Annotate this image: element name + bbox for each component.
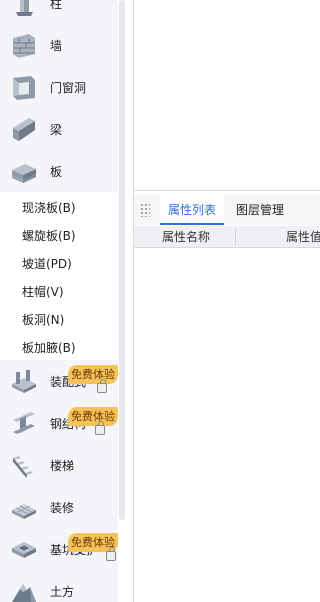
tree-item-decoration[interactable]: 装修 bbox=[0, 486, 118, 526]
tree-item-door-window[interactable]: 门窗洞 bbox=[0, 66, 118, 106]
tree-subitem-column-cap[interactable]: 柱帽(V) bbox=[0, 276, 118, 304]
app-root: 柱 墙 门窗洞 梁 板 现浇板(B) 螺旋板(B) 坡道(PD) 柱帽(V) 板… bbox=[0, 0, 320, 602]
decoration-icon bbox=[12, 504, 36, 519]
tab-property-list[interactable]: 属性列表 bbox=[160, 195, 225, 225]
tree-subitem-label: 坡道(PD) bbox=[22, 257, 72, 271]
slab-icon bbox=[12, 164, 36, 183]
column-header-property-name: 属性名称 bbox=[162, 230, 211, 244]
tree-subitem-spiral-slab[interactable]: 螺旋板(B) bbox=[0, 220, 118, 248]
horizontal-divider[interactable] bbox=[134, 190, 320, 191]
column-header-property-value: 属性值 bbox=[286, 230, 320, 244]
prefab-icon bbox=[12, 370, 36, 393]
stairs-icon bbox=[13, 456, 33, 478]
tree-item-beam[interactable]: 梁 bbox=[0, 108, 118, 148]
tree-item-stairs[interactable]: 楼梯 bbox=[0, 444, 118, 484]
lock-icon bbox=[106, 547, 116, 561]
tree-subitem-slab-haunch[interactable]: 板加腋(B) bbox=[0, 332, 118, 360]
tree-subitem-label: 柱帽(V) bbox=[22, 285, 64, 299]
tree-subitem-label: 板加腋(B) bbox=[22, 341, 76, 355]
tree-subitem-label: 螺旋板(B) bbox=[22, 229, 76, 243]
foundation-pit-icon bbox=[12, 542, 36, 558]
tree-subitem-ramp[interactable]: 坡道(PD) bbox=[0, 248, 118, 276]
tree-item-slab[interactable]: 板 bbox=[0, 150, 118, 190]
column-icon bbox=[16, 0, 33, 16]
tree-scrollbar[interactable] bbox=[119, 0, 125, 520]
top-view-area bbox=[134, 0, 320, 190]
tree-subitem-label: 板洞(N) bbox=[22, 313, 65, 327]
component-tree: 柱 墙 门窗洞 梁 板 现浇板(B) 螺旋板(B) 坡道(PD) 柱帽(V) 板… bbox=[0, 0, 118, 602]
door-window-icon bbox=[13, 76, 35, 100]
tree-item-label: 板 bbox=[50, 165, 63, 179]
tree-item-label: 梁 bbox=[50, 123, 63, 137]
tree-item-label: 楼梯 bbox=[50, 459, 75, 473]
drag-handle-icon[interactable] bbox=[140, 203, 150, 217]
tree-item-label: 门窗洞 bbox=[50, 81, 87, 95]
wall-icon bbox=[13, 34, 35, 58]
lock-icon bbox=[95, 421, 105, 435]
earthwork-icon bbox=[12, 584, 36, 602]
tree-item-wall[interactable]: 墙 bbox=[0, 24, 118, 64]
tree-item-steel-structure[interactable]: 钢结构 免费体验 bbox=[0, 402, 118, 442]
steel-structure-icon bbox=[13, 412, 35, 434]
tree-item-foundation-pit[interactable]: 基坑支护 免费体验 bbox=[0, 528, 118, 568]
tree-item-label: 装修 bbox=[50, 501, 75, 515]
tree-subitem-slab-hole[interactable]: 板洞(N) bbox=[0, 304, 118, 332]
lock-icon bbox=[97, 379, 107, 393]
tree-item-prefab[interactable]: 装配式 免费体验 bbox=[0, 360, 118, 400]
free-trial-badge: 免费体验 bbox=[68, 407, 118, 426]
tree-item-label: 墙 bbox=[50, 39, 63, 53]
tree-item-label: 土方 bbox=[50, 585, 75, 599]
tree-subitem-cast-in-place-slab[interactable]: 现浇板(B) bbox=[0, 192, 118, 220]
column-resize-handle[interactable] bbox=[235, 228, 236, 246]
free-trial-badge: 免费体验 bbox=[68, 365, 118, 384]
tree-subitem-label: 现浇板(B) bbox=[22, 201, 76, 215]
beam-icon bbox=[13, 118, 35, 141]
tree-item-column[interactable]: 柱 bbox=[0, 0, 118, 22]
tree-item-label: 柱 bbox=[50, 0, 63, 11]
tab-layer-management[interactable]: 图层管理 bbox=[228, 195, 292, 225]
tree-item-earthwork[interactable]: 土方 bbox=[0, 570, 118, 602]
